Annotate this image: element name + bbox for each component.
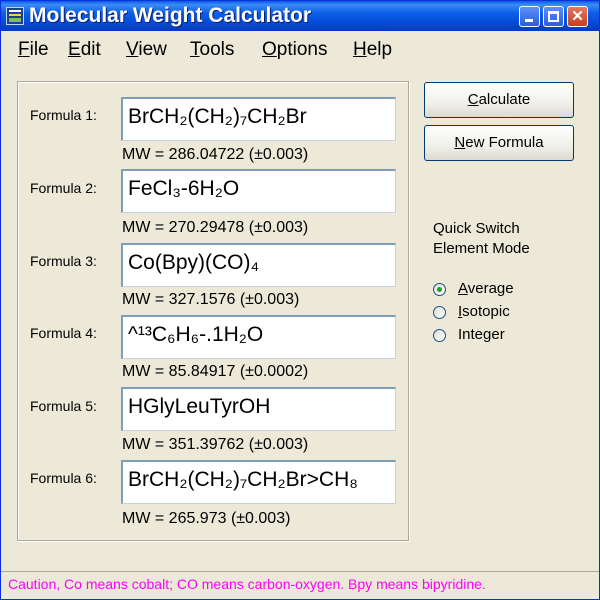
menu-edit[interactable]: Edit bbox=[68, 39, 101, 61]
formula-1-input[interactable]: BrCH₂(CH₂)₇CH₂Br bbox=[121, 97, 396, 141]
app-window: Molecular Weight Calculator ✕ File Edit … bbox=[0, 0, 600, 600]
new-formula-button[interactable]: New Formula bbox=[424, 125, 574, 161]
title-bar[interactable]: Molecular Weight Calculator ✕ bbox=[1, 1, 599, 31]
formula-4-mw: MW = 85.84917 (±0.0002) bbox=[122, 363, 309, 380]
menu-view[interactable]: View bbox=[126, 39, 167, 61]
formula-3-mw: MW = 327.1576 (±0.003) bbox=[122, 291, 300, 308]
formula-1-label: Formula 1: bbox=[30, 107, 97, 123]
formula-5-input[interactable]: HGlyLeuTyrOH bbox=[121, 387, 396, 431]
formula-2-input[interactable]: FeCl₃-6H₂O bbox=[121, 169, 396, 213]
minimize-button[interactable] bbox=[519, 6, 540, 27]
formula-2-mw: MW = 270.29478 (±0.003) bbox=[122, 219, 309, 236]
formula-2-label: Formula 2: bbox=[30, 180, 97, 196]
formula-1-mw: MW = 286.04722 (±0.003) bbox=[122, 146, 309, 163]
formula-3-input[interactable]: Co(Bpy)(CO)₄ bbox=[121, 243, 396, 287]
radio-isotopic-indicator[interactable] bbox=[433, 306, 446, 319]
formula-5-mw: MW = 351.39762 (±0.003) bbox=[122, 436, 309, 453]
close-button[interactable]: ✕ bbox=[567, 6, 588, 27]
formula-6-label: Formula 6: bbox=[30, 470, 97, 486]
quick-switch-heading-1: Quick Switch bbox=[433, 220, 520, 237]
menu-help[interactable]: Help bbox=[353, 39, 392, 61]
formula-6-input[interactable]: BrCH₂(CH₂)₇CH₂Br>CH₈ bbox=[121, 460, 396, 504]
radio-isotopic-label[interactable]: Isotopic bbox=[458, 303, 510, 320]
menu-file[interactable]: File bbox=[18, 39, 49, 61]
formula-3-label: Formula 3: bbox=[30, 253, 97, 269]
formula-4-input[interactable]: ^¹³C₆H₆-.1H₂O bbox=[121, 315, 396, 359]
minimize-icon bbox=[525, 19, 533, 22]
formula-6-mw: MW = 265.973 (±0.003) bbox=[122, 510, 291, 527]
formula-5-label: Formula 5: bbox=[30, 398, 97, 414]
calculate-button[interactable]: Calculate bbox=[424, 82, 574, 118]
maximize-icon bbox=[548, 11, 559, 22]
menu-bar: File Edit View Tools Options Help bbox=[1, 31, 599, 71]
radio-average-indicator[interactable] bbox=[433, 283, 446, 296]
window-title: Molecular Weight Calculator bbox=[29, 4, 311, 27]
menu-options[interactable]: Options bbox=[262, 39, 327, 61]
status-bar: Caution, Co means cobalt; CO means carbo… bbox=[1, 571, 599, 599]
status-message: Caution, Co means cobalt; CO means carbo… bbox=[8, 576, 486, 592]
menu-tools[interactable]: Tools bbox=[190, 39, 234, 61]
calculator-app-icon bbox=[6, 7, 24, 25]
formula-4-label: Formula 4: bbox=[30, 325, 97, 341]
radio-integer-label[interactable]: Integer bbox=[458, 326, 505, 343]
close-icon: ✕ bbox=[571, 8, 584, 25]
maximize-button[interactable] bbox=[543, 6, 564, 27]
radio-average-label[interactable]: Average bbox=[458, 280, 514, 297]
quick-switch-heading-2: Element Mode bbox=[433, 240, 530, 257]
radio-integer-indicator[interactable] bbox=[433, 329, 446, 342]
